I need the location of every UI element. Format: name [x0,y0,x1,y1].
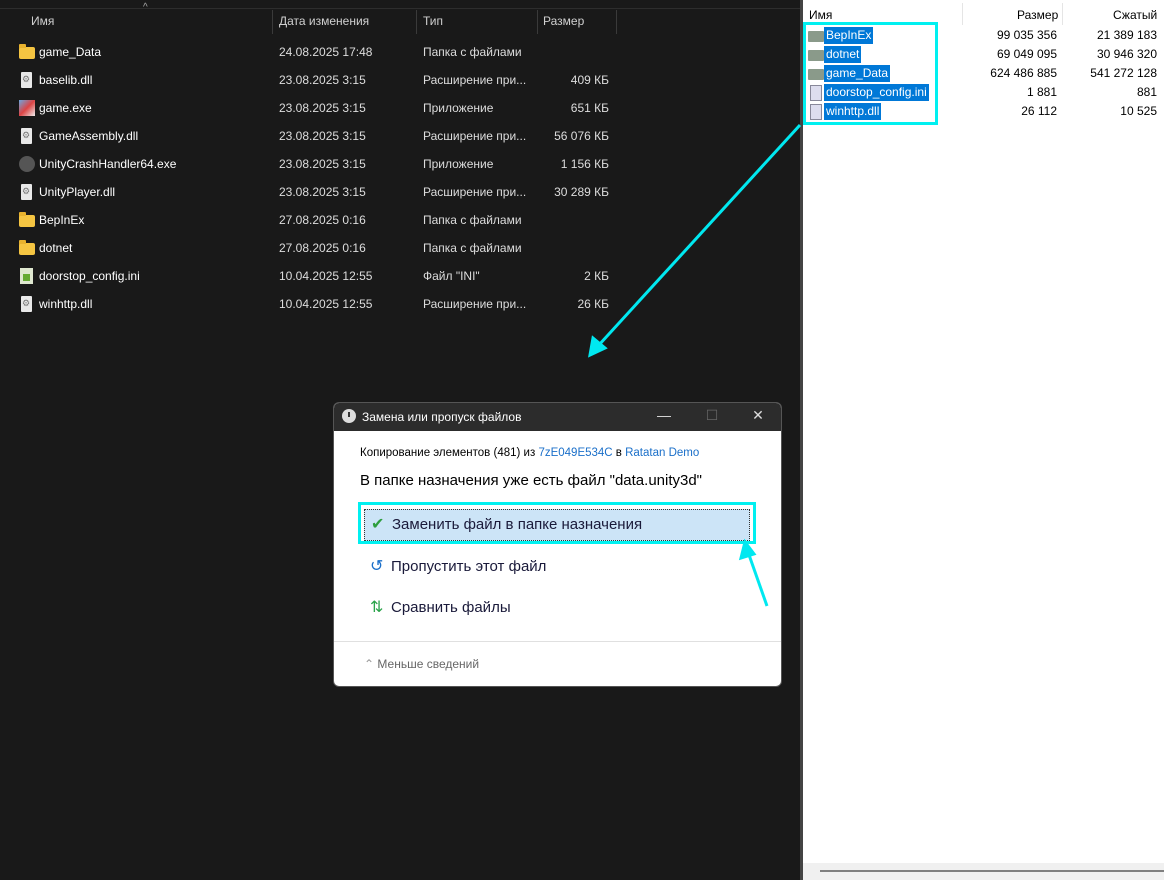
arrow-line [746,551,769,607]
arrow-line [596,123,802,348]
annotation-arrows [588,123,802,607]
arrowhead [738,538,757,561]
